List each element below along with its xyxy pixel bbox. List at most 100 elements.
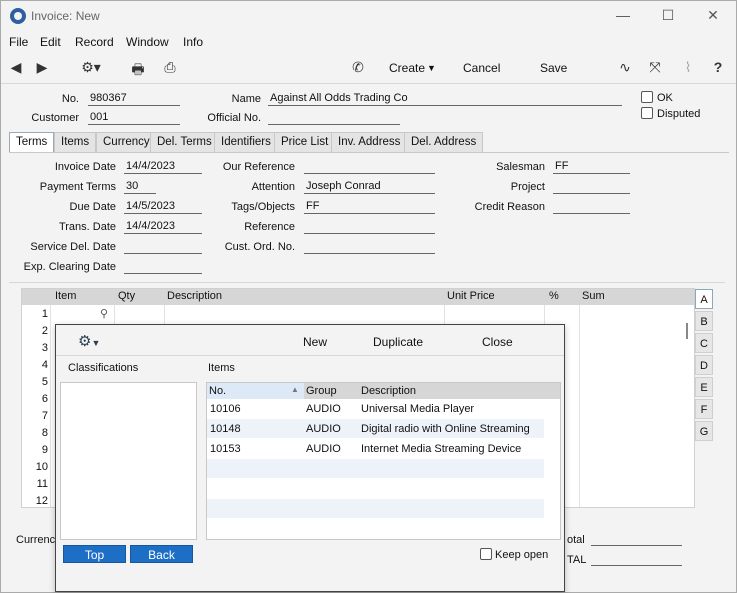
- exp-clearing-date-label: Exp. Clearing Date: [23, 261, 116, 273]
- toolbar-divider: [1, 83, 736, 84]
- col-description[interactable]: Description: [361, 385, 416, 397]
- credit-reason-field[interactable]: [553, 200, 630, 214]
- attachment-icon[interactable]: ⌇: [679, 59, 697, 77]
- salesman-label: Salesman: [496, 161, 545, 173]
- help-icon[interactable]: ?: [709, 59, 727, 77]
- tab-del-terms[interactable]: Del. Terms: [150, 132, 219, 152]
- grid-header: Item Qty Description Unit Price % Sum: [22, 289, 694, 305]
- tab-inv-address[interactable]: Inv. Address: [331, 132, 408, 152]
- side-tab-f[interactable]: F: [695, 399, 713, 419]
- trans-date-field[interactable]: 14/4/2023: [124, 220, 202, 234]
- minimize-button[interactable]: —: [613, 7, 633, 25]
- exp-clearing-date-field[interactable]: [124, 260, 202, 274]
- side-tab-a[interactable]: A: [695, 289, 713, 309]
- col-no[interactable]: No.: [209, 385, 226, 397]
- row-number: 9: [41, 444, 48, 456]
- close-window-button[interactable]: ✕: [703, 7, 723, 25]
- grand-total-field: [591, 552, 682, 566]
- invoice-date-field[interactable]: 14/4/2023: [124, 160, 202, 174]
- side-tab-b[interactable]: B: [695, 311, 713, 331]
- print-icon[interactable]: 🖶: [129, 59, 147, 77]
- item-no[interactable]: 10148: [210, 423, 241, 435]
- item-description[interactable]: Universal Media Player: [361, 403, 474, 415]
- gear-menu-icon[interactable]: ⚙▼: [78, 332, 100, 350]
- ok-label: OK: [657, 92, 673, 104]
- create-button[interactable]: Create: [389, 61, 425, 75]
- phone-icon[interactable]: ✆: [349, 59, 367, 77]
- row-number: 4: [41, 359, 48, 371]
- search-icon[interactable]: ⚲: [100, 307, 108, 320]
- name-field[interactable]: Against All Odds Trading Co: [268, 92, 622, 106]
- item-description[interactable]: Digital radio with Online Streaming: [361, 423, 530, 435]
- menu-info[interactable]: Info: [183, 35, 203, 49]
- side-tab-g[interactable]: G: [695, 421, 713, 441]
- reference-field[interactable]: [304, 220, 435, 234]
- duplicate-button[interactable]: Duplicate: [373, 335, 423, 349]
- col-qty: Qty: [118, 290, 136, 302]
- no-label: No.: [61, 93, 79, 105]
- top-button[interactable]: Top: [63, 545, 126, 563]
- terms-divider: [9, 282, 725, 283]
- tab-identifiers[interactable]: Identifiers: [214, 132, 278, 152]
- item-group[interactable]: AUDIO: [306, 423, 341, 435]
- item-group[interactable]: AUDIO: [306, 443, 341, 455]
- new-button[interactable]: New: [303, 335, 327, 349]
- menu-file[interactable]: File: [9, 35, 28, 49]
- project-field[interactable]: [553, 180, 630, 194]
- col-item: Item: [55, 290, 77, 302]
- prev-record-icon[interactable]: ◀: [7, 59, 25, 77]
- item-description[interactable]: Internet Media Streaming Device: [361, 443, 521, 455]
- reference-label: Reference: [244, 221, 295, 233]
- row-number: 12: [35, 495, 48, 507]
- side-tab-e[interactable]: E: [695, 377, 713, 397]
- ok-checkbox[interactable]: [641, 91, 653, 103]
- print-preview-icon[interactable]: ⎙: [159, 59, 181, 77]
- due-date-field[interactable]: 14/5/2023: [124, 200, 202, 214]
- save-button[interactable]: Save: [540, 61, 567, 75]
- invoice-date-label: Invoice Date: [54, 161, 116, 173]
- expand-icon[interactable]: ⤧: [646, 59, 664, 77]
- item-no[interactable]: 10153: [210, 443, 241, 455]
- menu-edit[interactable]: Edit: [40, 35, 61, 49]
- chevron-down-icon[interactable]: ▼: [427, 63, 436, 73]
- tab-del-address[interactable]: Del. Address: [404, 132, 484, 152]
- disputed-checkbox[interactable]: [641, 107, 653, 119]
- close-button[interactable]: Close: [482, 335, 513, 349]
- our-reference-field[interactable]: [304, 160, 435, 174]
- sort-arrow-icon: ▲: [291, 385, 299, 394]
- col-group[interactable]: Group: [306, 385, 337, 397]
- row-stripe: [207, 459, 544, 478]
- cancel-button[interactable]: Cancel: [463, 61, 500, 75]
- gear-menu-icon[interactable]: ⚙▾: [76, 59, 106, 77]
- menu-window[interactable]: Window: [126, 35, 169, 49]
- tags-objects-field[interactable]: FF: [304, 200, 435, 214]
- side-tab-d[interactable]: D: [695, 355, 713, 375]
- scrollbar[interactable]: [686, 323, 688, 339]
- due-date-label: Due Date: [69, 201, 116, 213]
- tab-price-list[interactable]: Price List: [274, 132, 336, 152]
- official-no-field[interactable]: [268, 111, 400, 125]
- maximize-button[interactable]: ☐: [658, 7, 678, 25]
- keep-open-checkbox[interactable]: [480, 548, 492, 560]
- classifications-list[interactable]: [60, 382, 197, 540]
- customer-field[interactable]: 001: [88, 111, 180, 125]
- cust-ord-no-field[interactable]: [304, 240, 435, 254]
- next-record-icon[interactable]: ▶: [33, 59, 51, 77]
- service-del-date-field[interactable]: [124, 240, 202, 254]
- item-no[interactable]: 10106: [210, 403, 241, 415]
- items-list[interactable]: No. ▲ Group Description 10106 AUDIO Univ…: [206, 382, 561, 540]
- attention-field[interactable]: Joseph Conrad: [304, 180, 435, 194]
- menu-record[interactable]: Record: [75, 35, 114, 49]
- tab-items[interactable]: Items: [54, 132, 97, 152]
- payment-terms-field[interactable]: 30: [124, 180, 156, 194]
- salesman-field[interactable]: FF: [553, 160, 630, 174]
- tab-terms[interactable]: Terms: [9, 132, 55, 152]
- tab-currency[interactable]: Currency: [96, 132, 157, 152]
- no-field[interactable]: 980367: [88, 92, 180, 106]
- item-group[interactable]: AUDIO: [306, 403, 341, 415]
- title-bar: Invoice: New — ☐ ✕: [1, 1, 736, 31]
- total-field: [591, 532, 682, 546]
- activity-icon[interactable]: ∿: [616, 59, 634, 77]
- side-tab-c[interactable]: C: [695, 333, 713, 353]
- back-button[interactable]: Back: [130, 545, 193, 563]
